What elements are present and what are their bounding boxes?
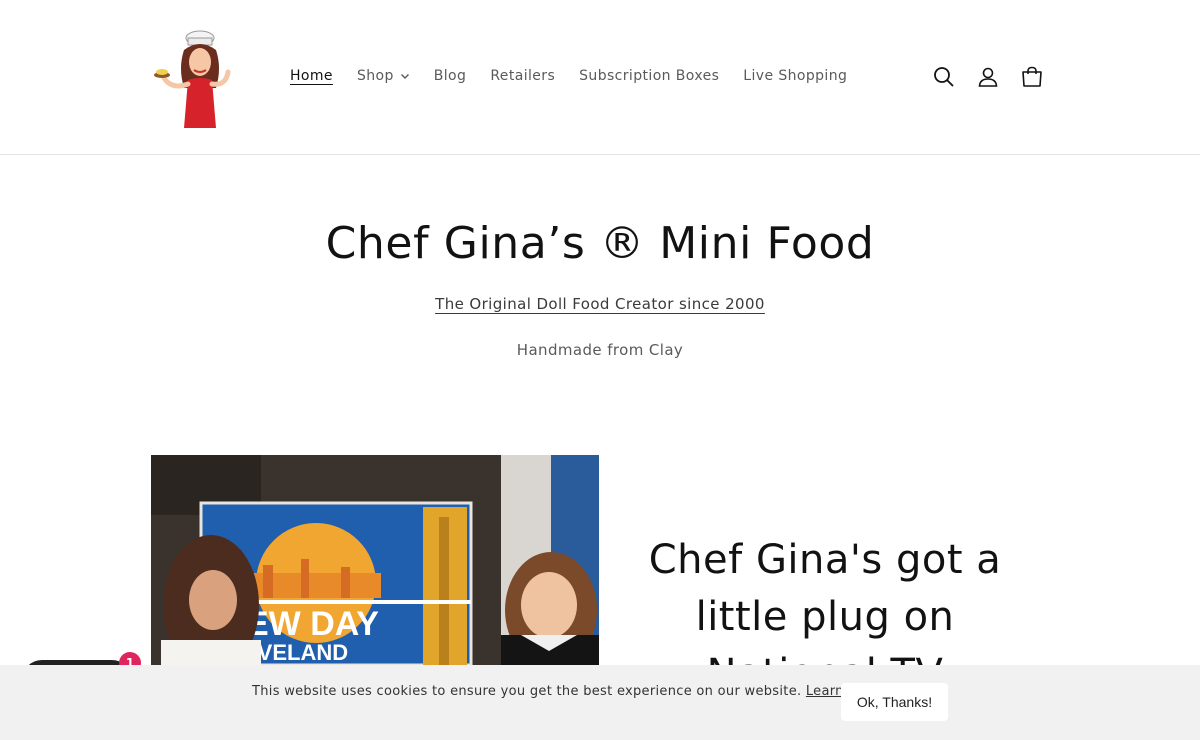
nav-item-blog[interactable]: Blog [434, 68, 467, 84]
nav-item-label: Live Shopping [743, 68, 848, 84]
header-icons [930, 63, 1062, 91]
nav-item-label: Shop [356, 68, 394, 84]
hero-link-wrapper: The Original Doll Food Creator since 200… [0, 295, 1200, 313]
page-title: Chef Gina’s ® Mini Food [325, 218, 875, 269]
cart-button[interactable] [1018, 63, 1046, 91]
nav-item-retailers[interactable]: Retailers [490, 68, 555, 84]
nav-item-live-shopping[interactable]: Live Shopping [743, 68, 847, 84]
nav-item-shop[interactable]: Shop [357, 68, 410, 84]
account-button[interactable] [974, 63, 1002, 91]
cookie-message: This website uses cookies to ensure you … [252, 684, 882, 699]
hero-subtitle: Handmade from Clay [516, 341, 684, 359]
nav-item-label: Retailers [490, 68, 556, 84]
accept-cookies-button[interactable]: Ok, Thanks! [841, 683, 948, 721]
nav-item-label: Subscription Boxes [579, 68, 720, 84]
chevron-down-icon [400, 74, 409, 79]
cookie-consent-bar: This website uses cookies to ensure you … [0, 665, 1200, 740]
nav-item-label: Blog [433, 68, 467, 84]
chef-gina-logo[interactable] [150, 28, 242, 132]
cart-icon [1022, 66, 1042, 87]
site-header: Home Shop Blog Retailers Subscription Bo… [0, 0, 1200, 155]
search-button[interactable] [930, 63, 958, 91]
video-banner-text-1: EW DAY [246, 605, 379, 643]
nav-item-subscription-boxes[interactable]: Subscription Boxes [579, 68, 719, 84]
nav-item-home[interactable]: Home [290, 68, 333, 84]
original-creator-link[interactable]: The Original Doll Food Creator since 200… [435, 295, 765, 313]
nav-item-label: Home [290, 68, 333, 84]
search-icon [934, 67, 954, 87]
tv-appearance-video[interactable]: EW DAY EVELAND [151, 455, 599, 665]
account-icon [978, 67, 998, 87]
main-nav: Home Shop Blog Retailers Subscription Bo… [290, 68, 871, 84]
cookie-message-text: This website uses cookies to ensure you … [252, 684, 802, 699]
